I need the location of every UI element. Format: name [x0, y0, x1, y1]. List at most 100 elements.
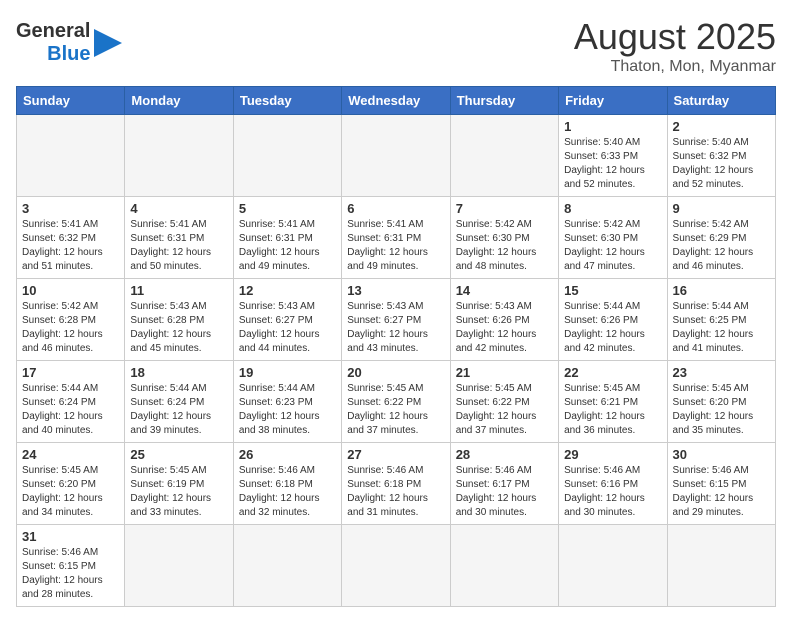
calendar-cell: 7 Sunrise: 5:42 AM Sunset: 6:30 PM Daylig… — [450, 197, 558, 279]
calendar-cell: 6Sunrise: 5:41 AM Sunset: 6:31 PM Daylig… — [342, 197, 450, 279]
day-number: 21 — [456, 365, 553, 380]
day-number: 18 — [130, 365, 227, 380]
calendar-cell — [667, 525, 775, 607]
calendar-cell: 14 Sunrise: 5:43 AM Sunset: 6:26 PM Dayli… — [450, 279, 558, 361]
day-number: 14 — [456, 283, 553, 298]
calendar-cell — [17, 115, 125, 197]
calendar-cell: 13 Sunrise: 5:43 AM Sunset: 6:27 PM Dayli… — [342, 279, 450, 361]
day-info: Sunrise: 5:42 AM Sunset: 6:28 PM Dayligh… — [22, 300, 119, 356]
logo-triangle-icon — [94, 29, 122, 57]
calendar-cell — [450, 115, 558, 197]
day-info: Sunrise: 5:45 AM Sunset: 6:22 PM Dayligh… — [347, 382, 444, 438]
calendar-week-1: 1 Sunrise: 5:40 AM Sunset: 6:33 PM Daylig… — [17, 115, 776, 197]
calendar-cell: 3 Sunrise: 5:41 AM Sunset: 6:32 PM Daylig… — [17, 197, 125, 279]
calendar-cell: 22 Sunrise: 5:45 AM Sunset: 6:21 PM Dayli… — [559, 361, 667, 443]
calendar-cell: 2Sunrise: 5:40 AM Sunset: 6:32 PM Daylig… — [667, 115, 775, 197]
calendar-cell: 29 Sunrise: 5:46 AM Sunset: 6:16 PM Dayli… — [559, 443, 667, 525]
calendar-cell: 20Sunrise: 5:45 AM Sunset: 6:22 PM Dayli… — [342, 361, 450, 443]
calendar-week-2: 3 Sunrise: 5:41 AM Sunset: 6:32 PM Daylig… — [17, 197, 776, 279]
calendar-cell — [125, 115, 233, 197]
day-number: 8 — [564, 201, 661, 216]
calendar-cell: 5Sunrise: 5:41 AM Sunset: 6:31 PM Daylig… — [233, 197, 341, 279]
logo: General Blue — [16, 20, 122, 66]
calendar-cell: 8 Sunrise: 5:42 AM Sunset: 6:30 PM Daylig… — [559, 197, 667, 279]
calendar-cell: 9Sunrise: 5:42 AM Sunset: 6:29 PM Daylig… — [667, 197, 775, 279]
calendar-cell: 11 Sunrise: 5:43 AM Sunset: 6:28 PM Dayli… — [125, 279, 233, 361]
day-number: 3 — [22, 201, 119, 216]
weekday-header-saturday: Saturday — [667, 87, 775, 115]
day-number: 1 — [564, 119, 661, 134]
calendar-week-4: 17Sunrise: 5:44 AM Sunset: 6:24 PM Dayli… — [17, 361, 776, 443]
calendar-cell: 30Sunrise: 5:46 AM Sunset: 6:15 PM Dayli… — [667, 443, 775, 525]
location-subtitle: Thaton, Mon, Myanmar — [574, 58, 776, 76]
calendar-week-3: 10Sunrise: 5:42 AM Sunset: 6:28 PM Dayli… — [17, 279, 776, 361]
day-info: Sunrise: 5:45 AM Sunset: 6:22 PM Dayligh… — [456, 382, 553, 438]
day-number: 16 — [673, 283, 770, 298]
calendar-cell — [559, 525, 667, 607]
day-info: Sunrise: 5:46 AM Sunset: 6:16 PM Dayligh… — [564, 464, 661, 520]
calendar-cell: 31Sunrise: 5:46 AM Sunset: 6:15 PM Dayli… — [17, 525, 125, 607]
calendar-cell: 4 Sunrise: 5:41 AM Sunset: 6:31 PM Daylig… — [125, 197, 233, 279]
calendar-cell: 26Sunrise: 5:46 AM Sunset: 6:18 PM Dayli… — [233, 443, 341, 525]
weekday-header-wednesday: Wednesday — [342, 87, 450, 115]
calendar-cell — [342, 115, 450, 197]
day-info: Sunrise: 5:44 AM Sunset: 6:26 PM Dayligh… — [564, 300, 661, 356]
day-number: 29 — [564, 447, 661, 462]
day-info: Sunrise: 5:46 AM Sunset: 6:15 PM Dayligh… — [22, 546, 119, 602]
day-info: Sunrise: 5:41 AM Sunset: 6:31 PM Dayligh… — [130, 218, 227, 274]
month-title: August 2025 — [574, 16, 776, 58]
day-info: Sunrise: 5:44 AM Sunset: 6:24 PM Dayligh… — [130, 382, 227, 438]
day-number: 11 — [130, 283, 227, 298]
day-info: Sunrise: 5:43 AM Sunset: 6:27 PM Dayligh… — [239, 300, 336, 356]
calendar-cell: 1 Sunrise: 5:40 AM Sunset: 6:33 PM Daylig… — [559, 115, 667, 197]
weekday-header-row: SundayMondayTuesdayWednesdayThursdayFrid… — [17, 87, 776, 115]
calendar-cell: 12Sunrise: 5:43 AM Sunset: 6:27 PM Dayli… — [233, 279, 341, 361]
calendar-week-6: 31Sunrise: 5:46 AM Sunset: 6:15 PM Dayli… — [17, 525, 776, 607]
day-info: Sunrise: 5:45 AM Sunset: 6:20 PM Dayligh… — [22, 464, 119, 520]
page-header: General Blue August 2025 Thaton, Mon, My… — [16, 16, 776, 76]
weekday-header-friday: Friday — [559, 87, 667, 115]
day-info: Sunrise: 5:40 AM Sunset: 6:32 PM Dayligh… — [673, 136, 770, 192]
calendar-cell: 28Sunrise: 5:46 AM Sunset: 6:17 PM Dayli… — [450, 443, 558, 525]
day-number: 6 — [347, 201, 444, 216]
calendar-cell: 15 Sunrise: 5:44 AM Sunset: 6:26 PM Dayli… — [559, 279, 667, 361]
weekday-header-monday: Monday — [125, 87, 233, 115]
calendar-cell: 17Sunrise: 5:44 AM Sunset: 6:24 PM Dayli… — [17, 361, 125, 443]
title-area: August 2025 Thaton, Mon, Myanmar — [574, 16, 776, 76]
day-number: 15 — [564, 283, 661, 298]
day-info: Sunrise: 5:45 AM Sunset: 6:20 PM Dayligh… — [673, 382, 770, 438]
calendar-table: SundayMondayTuesdayWednesdayThursdayFrid… — [16, 86, 776, 607]
day-info: Sunrise: 5:46 AM Sunset: 6:17 PM Dayligh… — [456, 464, 553, 520]
day-number: 22 — [564, 365, 661, 380]
day-info: Sunrise: 5:43 AM Sunset: 6:26 PM Dayligh… — [456, 300, 553, 356]
calendar-cell: 10Sunrise: 5:42 AM Sunset: 6:28 PM Dayli… — [17, 279, 125, 361]
day-info: Sunrise: 5:42 AM Sunset: 6:30 PM Dayligh… — [564, 218, 661, 274]
calendar-cell: 19Sunrise: 5:44 AM Sunset: 6:23 PM Dayli… — [233, 361, 341, 443]
day-number: 9 — [673, 201, 770, 216]
day-number: 13 — [347, 283, 444, 298]
calendar-cell — [342, 525, 450, 607]
day-number: 23 — [673, 365, 770, 380]
day-info: Sunrise: 5:41 AM Sunset: 6:32 PM Dayligh… — [22, 218, 119, 274]
day-info: Sunrise: 5:46 AM Sunset: 6:18 PM Dayligh… — [239, 464, 336, 520]
calendar-cell: 24 Sunrise: 5:45 AM Sunset: 6:20 PM Dayli… — [17, 443, 125, 525]
calendar-cell — [450, 525, 558, 607]
day-info: Sunrise: 5:42 AM Sunset: 6:30 PM Dayligh… — [456, 218, 553, 274]
day-info: Sunrise: 5:45 AM Sunset: 6:21 PM Dayligh… — [564, 382, 661, 438]
calendar-week-5: 24 Sunrise: 5:45 AM Sunset: 6:20 PM Dayli… — [17, 443, 776, 525]
day-info: Sunrise: 5:43 AM Sunset: 6:28 PM Dayligh… — [130, 300, 227, 356]
day-number: 25 — [130, 447, 227, 462]
day-info: Sunrise: 5:44 AM Sunset: 6:24 PM Dayligh… — [22, 382, 119, 438]
calendar-cell: 21 Sunrise: 5:45 AM Sunset: 6:22 PM Dayli… — [450, 361, 558, 443]
day-info: Sunrise: 5:40 AM Sunset: 6:33 PM Dayligh… — [564, 136, 661, 192]
day-number: 24 — [22, 447, 119, 462]
logo-general-text: General — [16, 20, 90, 43]
day-number: 7 — [456, 201, 553, 216]
day-info: Sunrise: 5:43 AM Sunset: 6:27 PM Dayligh… — [347, 300, 444, 356]
day-number: 4 — [130, 201, 227, 216]
day-info: Sunrise: 5:45 AM Sunset: 6:19 PM Dayligh… — [130, 464, 227, 520]
day-info: Sunrise: 5:46 AM Sunset: 6:15 PM Dayligh… — [673, 464, 770, 520]
calendar-cell: 27Sunrise: 5:46 AM Sunset: 6:18 PM Dayli… — [342, 443, 450, 525]
weekday-header-sunday: Sunday — [17, 87, 125, 115]
day-number: 5 — [239, 201, 336, 216]
